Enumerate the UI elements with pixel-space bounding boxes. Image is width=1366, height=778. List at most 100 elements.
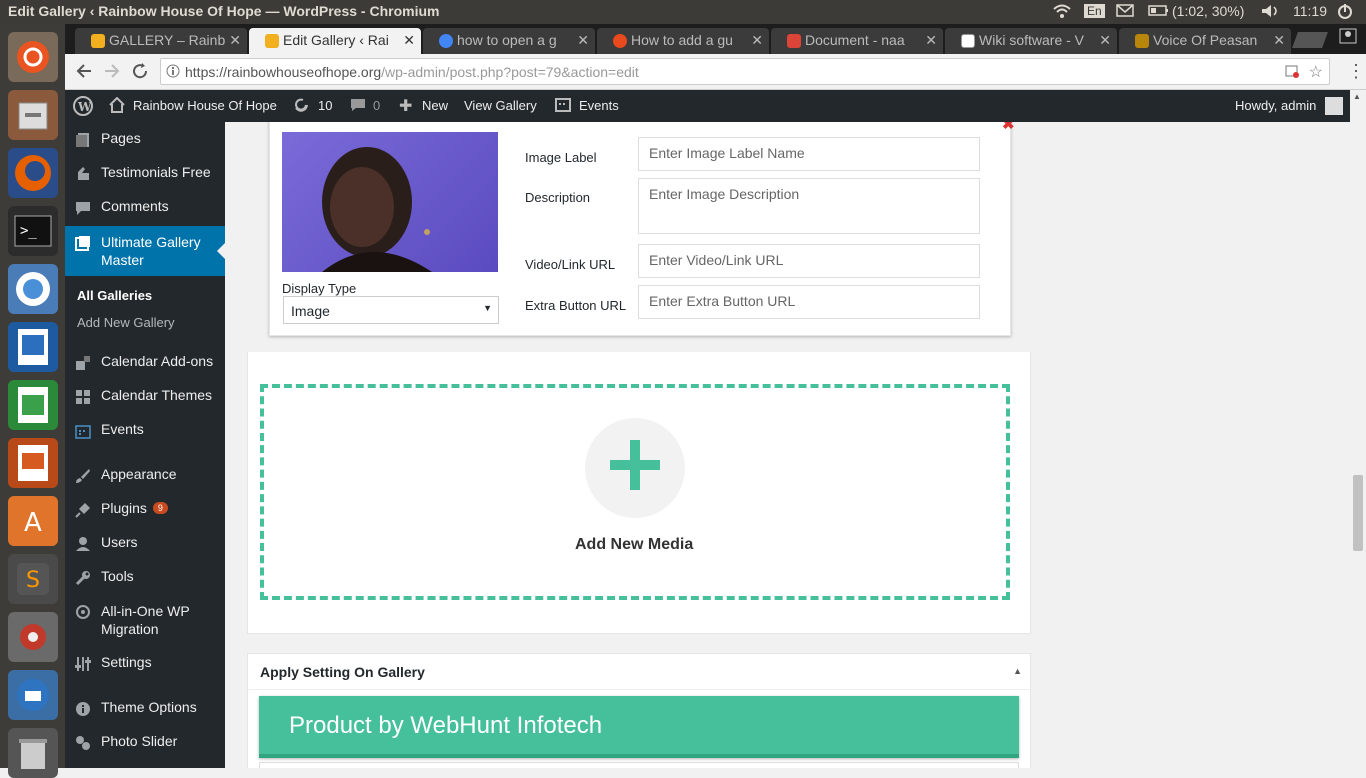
software-center-icon[interactable]: A xyxy=(8,496,58,546)
files-icon[interactable] xyxy=(8,90,58,140)
comments-count[interactable]: 0 xyxy=(373,98,380,113)
mail-icon[interactable] xyxy=(1116,3,1134,20)
display-type-select[interactable]: Image ▼ xyxy=(283,296,499,324)
add-media-button[interactable] xyxy=(585,418,685,518)
google-favicon-icon xyxy=(439,34,453,48)
browser-menu-icon[interactable]: ⋮ xyxy=(1347,62,1365,80)
comments-icon[interactable] xyxy=(350,98,366,115)
menu-users[interactable]: Users xyxy=(65,534,225,551)
close-tab-icon[interactable]: ✕ xyxy=(751,32,763,49)
terminal-icon[interactable]: >_ xyxy=(8,206,58,256)
close-tab-icon[interactable]: ✕ xyxy=(229,32,241,49)
events-link[interactable]: Events xyxy=(579,98,619,113)
calendar-icon[interactable] xyxy=(555,96,571,115)
battery-icon[interactable] xyxy=(1148,3,1170,20)
menu-tools[interactable]: Tools xyxy=(65,568,225,586)
system-settings-icon[interactable] xyxy=(8,612,58,662)
scrollbar-thumb[interactable] xyxy=(1353,475,1363,551)
tab-ask[interactable]: How to add a gu ✕ xyxy=(597,28,769,54)
tab-label: Document - naa xyxy=(805,32,905,48)
home-icon[interactable] xyxy=(109,96,125,116)
new-content-link[interactable]: New xyxy=(422,98,448,113)
chromium-icon[interactable] xyxy=(8,264,58,314)
menu-theme-options[interactable]: Theme Options xyxy=(65,699,225,716)
gallery-item-card: ✖ Display Type Image ▼ Image Label Enter… xyxy=(269,122,1015,336)
impress-icon[interactable] xyxy=(8,438,58,488)
tab-voice-of-peasants[interactable]: Voice Of Peasan ✕ xyxy=(1119,28,1291,54)
image-label-input[interactable]: Enter Image Label Name xyxy=(638,137,980,171)
updates-count[interactable]: 10 xyxy=(318,98,332,113)
menu-testimonials[interactable]: Testimonials Free xyxy=(65,164,225,180)
tab-gallery[interactable]: GALLERY – Rainb ✕ xyxy=(75,28,247,54)
submenu-all-galleries[interactable]: All Galleries xyxy=(77,288,152,303)
close-tab-icon[interactable]: ✕ xyxy=(1273,32,1285,49)
reload-icon[interactable] xyxy=(131,62,149,83)
close-tab-icon[interactable]: ✕ xyxy=(577,32,589,49)
submenu-add-new-gallery[interactable]: Add New Gallery xyxy=(77,315,175,330)
ubuntu-dash-icon[interactable] xyxy=(8,32,58,82)
plus-icon[interactable]: ✚ xyxy=(399,96,412,116)
wifi-icon[interactable] xyxy=(1052,3,1072,22)
tab-gmail-document[interactable]: Document - naa ✕ xyxy=(771,28,943,54)
menu-events[interactable]: Events xyxy=(65,421,225,439)
tab-label: Wiki software - V xyxy=(979,32,1085,48)
settings-box-header[interactable]: Apply Setting On Gallery ▲ xyxy=(248,654,1030,690)
thunderbird-icon[interactable] xyxy=(8,670,58,720)
clock[interactable]: 11:19 xyxy=(1293,3,1327,19)
close-tab-icon[interactable]: ✕ xyxy=(1099,32,1111,49)
tab-google-search[interactable]: how to open a g ✕ xyxy=(423,28,595,54)
view-gallery-link[interactable]: View Gallery xyxy=(464,98,537,113)
profile-icon[interactable] xyxy=(1339,28,1357,47)
close-tab-icon[interactable]: ✕ xyxy=(925,32,937,49)
close-tab-icon[interactable]: ✕ xyxy=(403,32,415,49)
address-bar[interactable]: https://rainbowhouseofhope.org/wp-admin/… xyxy=(160,58,1330,85)
firefox-icon[interactable] xyxy=(8,148,58,198)
writer-icon[interactable] xyxy=(8,322,58,372)
video-url-input[interactable]: Enter Video/Link URL xyxy=(638,244,980,278)
howdy-account[interactable]: Howdy, admin xyxy=(1235,98,1316,113)
scroll-up-icon[interactable]: ▲ xyxy=(1353,92,1361,101)
menu-label: Theme Options xyxy=(101,699,197,715)
gallery-icon xyxy=(75,235,91,251)
site-info-icon[interactable] xyxy=(166,64,180,81)
menu-all-in-one-migration[interactable]: All-in-One WP Migration xyxy=(65,602,215,638)
menu-plugins[interactable]: Plugins 9 xyxy=(65,500,225,518)
calc-icon[interactable] xyxy=(8,380,58,430)
add-new-media-label[interactable]: Add New Media xyxy=(575,536,693,554)
collapse-toggle-icon[interactable]: ▲ xyxy=(1013,666,1022,676)
new-tab-button[interactable] xyxy=(1292,32,1328,48)
tab-edit-gallery[interactable]: Edit Gallery ‹ Rai ✕ xyxy=(249,28,421,54)
updates-icon[interactable] xyxy=(293,97,309,116)
menu-calendar-themes[interactable]: Calendar Themes xyxy=(65,387,225,404)
power-icon[interactable] xyxy=(1337,3,1353,22)
trash-icon[interactable] xyxy=(8,728,58,778)
gallery-item-image[interactable] xyxy=(282,132,498,272)
chevron-down-icon: ▼ xyxy=(483,303,492,313)
menu-settings[interactable]: Settings xyxy=(65,654,225,671)
description-label: Description xyxy=(525,190,591,205)
page-scrollbar[interactable]: ▲ xyxy=(1350,90,1366,768)
menu-pages[interactable]: Pages xyxy=(65,130,225,147)
blocked-content-icon[interactable] xyxy=(1285,64,1299,81)
product-banner: Product by WebHunt Infotech xyxy=(259,696,1019,758)
site-favicon-icon xyxy=(1135,34,1149,48)
sublime-text-icon[interactable]: S xyxy=(8,554,58,604)
description-textarea[interactable]: Enter Image Description xyxy=(638,178,980,234)
tab-wiki-software[interactable]: Wiki software - V ✕ xyxy=(945,28,1117,54)
back-icon[interactable] xyxy=(75,62,93,83)
keyboard-language[interactable]: En xyxy=(1084,4,1105,18)
forward-icon[interactable] xyxy=(103,62,121,83)
avatar[interactable] xyxy=(1325,97,1343,115)
site-name-link[interactable]: Rainbow House Of Hope xyxy=(133,98,277,113)
remove-item-icon[interactable]: ✖ xyxy=(1002,122,1015,133)
bookmark-star-icon[interactable]: ☆ xyxy=(1309,62,1323,82)
menu-ultimate-gallery-master[interactable]: Ultimate Gallery Master xyxy=(65,226,225,276)
menu-calendar-addons[interactable]: Calendar Add-ons xyxy=(65,353,225,370)
volume-icon[interactable] xyxy=(1260,3,1280,22)
plugins-update-badge: 9 xyxy=(152,502,168,514)
wordpress-logo-icon[interactable]: W xyxy=(73,96,93,119)
menu-photo-slider[interactable]: Photo Slider xyxy=(65,733,225,750)
extra-button-url-input[interactable]: Enter Extra Button URL xyxy=(638,285,980,319)
menu-appearance[interactable]: Appearance xyxy=(65,466,225,483)
menu-comments[interactable]: Comments xyxy=(65,198,225,215)
